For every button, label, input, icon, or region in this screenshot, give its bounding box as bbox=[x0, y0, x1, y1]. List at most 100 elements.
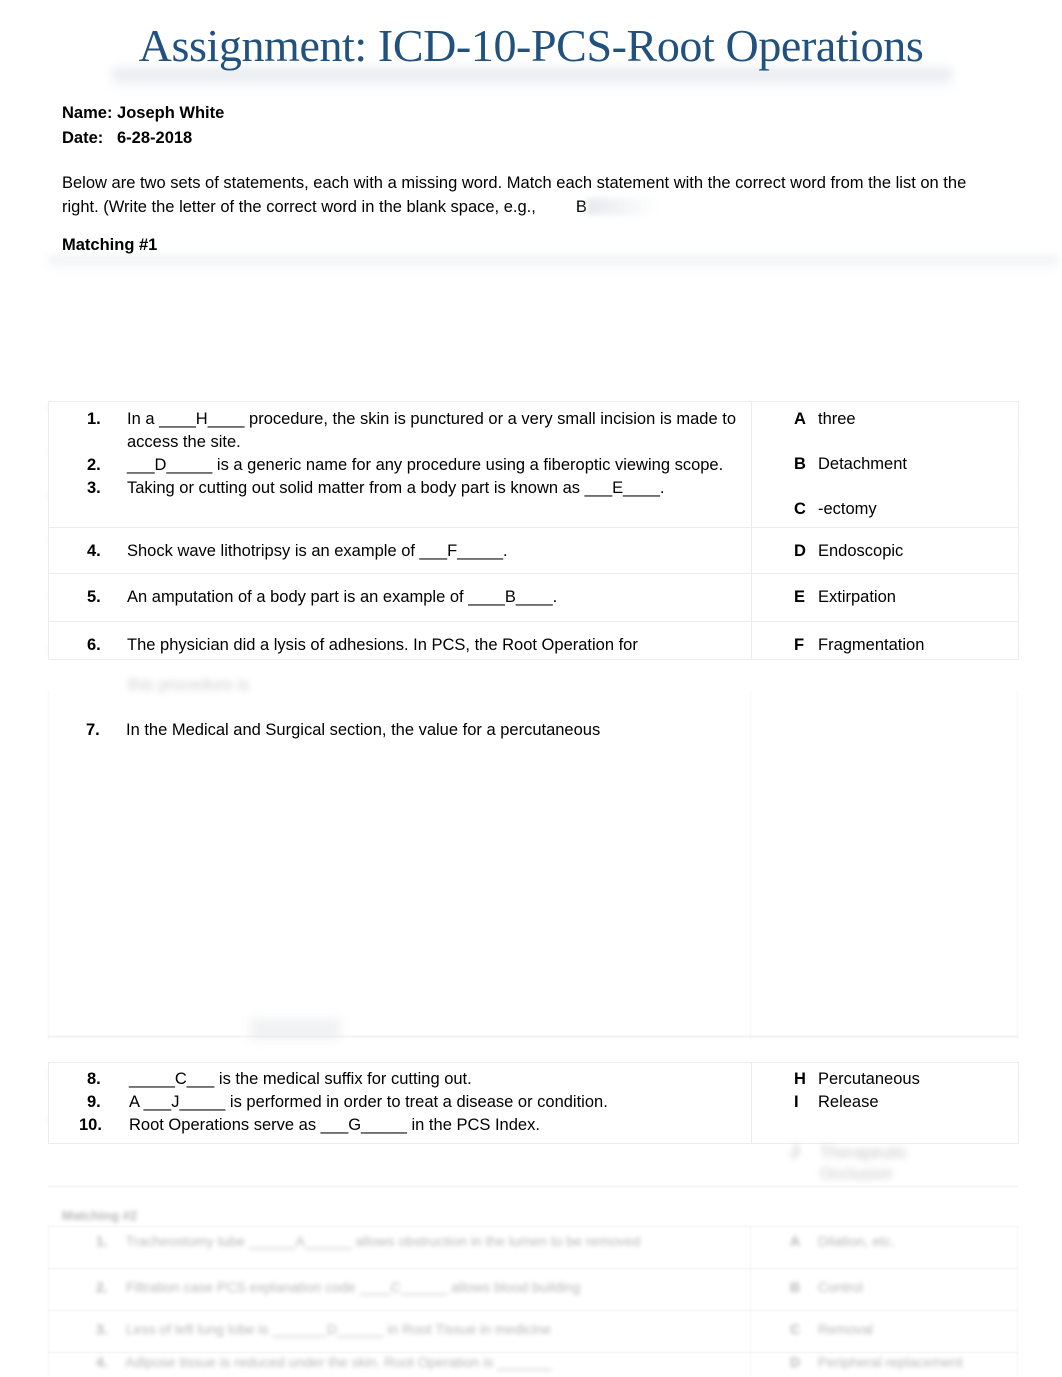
answer-letter: B bbox=[794, 455, 806, 473]
answer-cell: F Fragmentation bbox=[751, 621, 1019, 660]
answer-word: Control bbox=[817, 1279, 864, 1295]
matching-2-heading: Matching #2 bbox=[62, 1208, 138, 1223]
table-right-border bbox=[1017, 690, 1018, 1040]
answer-word: Extirpation bbox=[818, 588, 896, 606]
question-text: Less of left lung lobe is _______D______… bbox=[125, 1321, 551, 1337]
answer-word: Peripheral replacement bbox=[817, 1354, 963, 1370]
answer-word: Endoscopic bbox=[818, 542, 904, 560]
list-item: 9. A ___J_____ is performed in order to … bbox=[49, 1091, 739, 1114]
question-number: 4. bbox=[96, 1354, 108, 1370]
table-row-divider bbox=[48, 1310, 1018, 1311]
answer-cell: A three B Detachment C -ectomy bbox=[751, 401, 1019, 528]
question-cell: 5. An amputation of a body part is an ex… bbox=[48, 573, 752, 622]
list-item: D Peripheral replacement bbox=[790, 1352, 963, 1372]
table-left-border bbox=[48, 1226, 49, 1376]
answer-cell: H Percutaneous I Release bbox=[751, 1062, 1019, 1144]
question-text: Shock wave lithotripsy is an example of … bbox=[127, 542, 508, 560]
list-item: D Endoscopic bbox=[752, 540, 1006, 563]
question-text: A ___J_____ is performed in order to tre… bbox=[129, 1093, 608, 1111]
table-column-divider bbox=[750, 690, 751, 1040]
student-name-line: Name: Joseph White bbox=[62, 104, 225, 122]
table-row: 4. Shock wave lithotripsy is an example … bbox=[48, 527, 1019, 574]
question-number: 7. bbox=[86, 721, 100, 739]
question-6-clipped-line: this procedure is bbox=[128, 676, 250, 694]
assignment-date-line: Date: 6-28-2018 bbox=[62, 129, 193, 147]
answer-letter: C bbox=[790, 1321, 801, 1337]
list-item: F Fragmentation bbox=[752, 634, 1006, 657]
question-text: In the Medical and Surgical section, the… bbox=[126, 721, 601, 739]
question-cell: 8. _____C___ is the medical suffix for c… bbox=[48, 1062, 752, 1144]
example-faded-tail bbox=[586, 198, 657, 215]
matching-1-table-bottom: 8. _____C___ is the medical suffix for c… bbox=[48, 1062, 1019, 1144]
answer-word: Percutaneous bbox=[818, 1070, 920, 1088]
list-item: 2. Filtration case PCS explanation code … bbox=[96, 1277, 580, 1297]
question-cell: 6. The physician did a lysis of adhesion… bbox=[48, 621, 752, 660]
answer-word: Fragmentation bbox=[818, 636, 925, 654]
list-item: 2. ___D_____ is a generic name for any p… bbox=[49, 454, 739, 477]
answer-letter: B bbox=[790, 1279, 801, 1295]
list-item: 1. In a ____H____ procedure, the skin is… bbox=[49, 408, 739, 454]
question-number: 8. bbox=[87, 1070, 101, 1088]
question-text: _____C___ is the medical suffix for cutt… bbox=[129, 1070, 472, 1088]
answer-letter: D bbox=[794, 542, 806, 560]
question-text: Adipose tissue is reduced under the skin… bbox=[125, 1354, 552, 1370]
example-answer-letter: B bbox=[575, 198, 587, 216]
document-page: Assignment: ICD-10-PCS-Root Operations N… bbox=[0, 0, 1062, 1377]
list-item: 1. Tracheostomy tube ______A______ allow… bbox=[96, 1231, 640, 1251]
answer-word: -ectomy bbox=[818, 500, 877, 518]
list-item: 7. In the Medical and Surgical section, t… bbox=[86, 719, 746, 742]
question-text: Taking or cutting out solid matter from … bbox=[127, 479, 665, 497]
question-number: 1. bbox=[96, 1233, 108, 1249]
answer-letter: A bbox=[794, 410, 806, 428]
instructions-paragraph: Below are two sets of statements, each w… bbox=[62, 171, 997, 219]
list-item: 6. The physician did a lysis of adhesion… bbox=[49, 634, 739, 657]
answer-cell: E Extirpation bbox=[751, 573, 1019, 622]
answer-faded-entry: Therapeutic Occlusion bbox=[820, 1144, 908, 1183]
answer-letter: E bbox=[794, 588, 806, 606]
answer-letter: C bbox=[794, 500, 806, 518]
list-item: C Removal bbox=[790, 1319, 873, 1339]
blurred-artifact bbox=[250, 1018, 340, 1040]
list-item: H Percutaneous bbox=[752, 1068, 1006, 1091]
table-column-divider bbox=[750, 1226, 751, 1376]
question-number: 1. bbox=[87, 410, 101, 428]
list-item: B Detachment bbox=[752, 453, 1006, 476]
list-item: E Extirpation bbox=[752, 586, 1006, 609]
question-text: Root Operations serve as ___G_____ in th… bbox=[129, 1116, 540, 1134]
list-item: A three bbox=[752, 408, 1006, 431]
list-item: 4. Adipose tissue is reduced under the s… bbox=[96, 1352, 552, 1372]
student-meta-block: Name: Joseph White Date: 6-28-2018 bbox=[62, 101, 224, 151]
list-item: 3. Less of left lung lobe is _______D___… bbox=[96, 1319, 551, 1339]
answer-letter: A bbox=[790, 1233, 801, 1249]
question-number: 10. bbox=[79, 1116, 102, 1134]
question-cell: 1. In a ____H____ procedure, the skin is… bbox=[48, 401, 752, 528]
question-text: ___D_____ is a generic name for any proc… bbox=[127, 456, 724, 474]
answer-letter: F bbox=[794, 636, 805, 654]
question-number: 2. bbox=[87, 456, 101, 474]
answer-letter: I bbox=[794, 1093, 799, 1111]
list-item: 10. Root Operations serve as ___G_____ i… bbox=[49, 1114, 739, 1137]
matching-1-table-top: 1. In a ____H____ procedure, the skin is… bbox=[48, 401, 1019, 660]
question-cell: 4. Shock wave lithotripsy is an example … bbox=[48, 527, 752, 574]
answer-letter: D bbox=[790, 1354, 801, 1370]
answer-word: Release bbox=[818, 1093, 879, 1111]
list-item: C -ectomy bbox=[752, 498, 1006, 521]
table-row: 8. _____C___ is the medical suffix for c… bbox=[48, 1062, 1019, 1144]
list-item: 5. An amputation of a body part is an ex… bbox=[49, 586, 739, 609]
list-item: 4. Shock wave lithotripsy is an example … bbox=[49, 540, 739, 563]
question-text: In a ____H____ procedure, the skin is pu… bbox=[127, 410, 736, 451]
list-item: A Dilation, etc. bbox=[790, 1231, 895, 1251]
answer-word: Removal bbox=[817, 1321, 874, 1337]
table-row-divider bbox=[48, 1268, 1018, 1269]
answer-cell: D Endoscopic bbox=[751, 527, 1019, 574]
instructions-line-1: Below are two sets of statements, each w… bbox=[62, 174, 864, 192]
list-item: 3. Taking or cutting out solid matter fr… bbox=[49, 477, 739, 500]
answer-word: three bbox=[818, 410, 856, 428]
matching-1-heading: Matching #1 bbox=[62, 236, 158, 254]
table-left-border bbox=[48, 690, 49, 1040]
question-text: An amputation of a body part is an examp… bbox=[127, 588, 558, 606]
page-title: Assignment: ICD-10-PCS-Root Operations bbox=[138, 20, 924, 71]
question-number: 4. bbox=[87, 542, 101, 560]
question-text: Tracheostomy tube ______A______ allows o… bbox=[125, 1233, 641, 1249]
list-item: B Control bbox=[790, 1277, 863, 1297]
